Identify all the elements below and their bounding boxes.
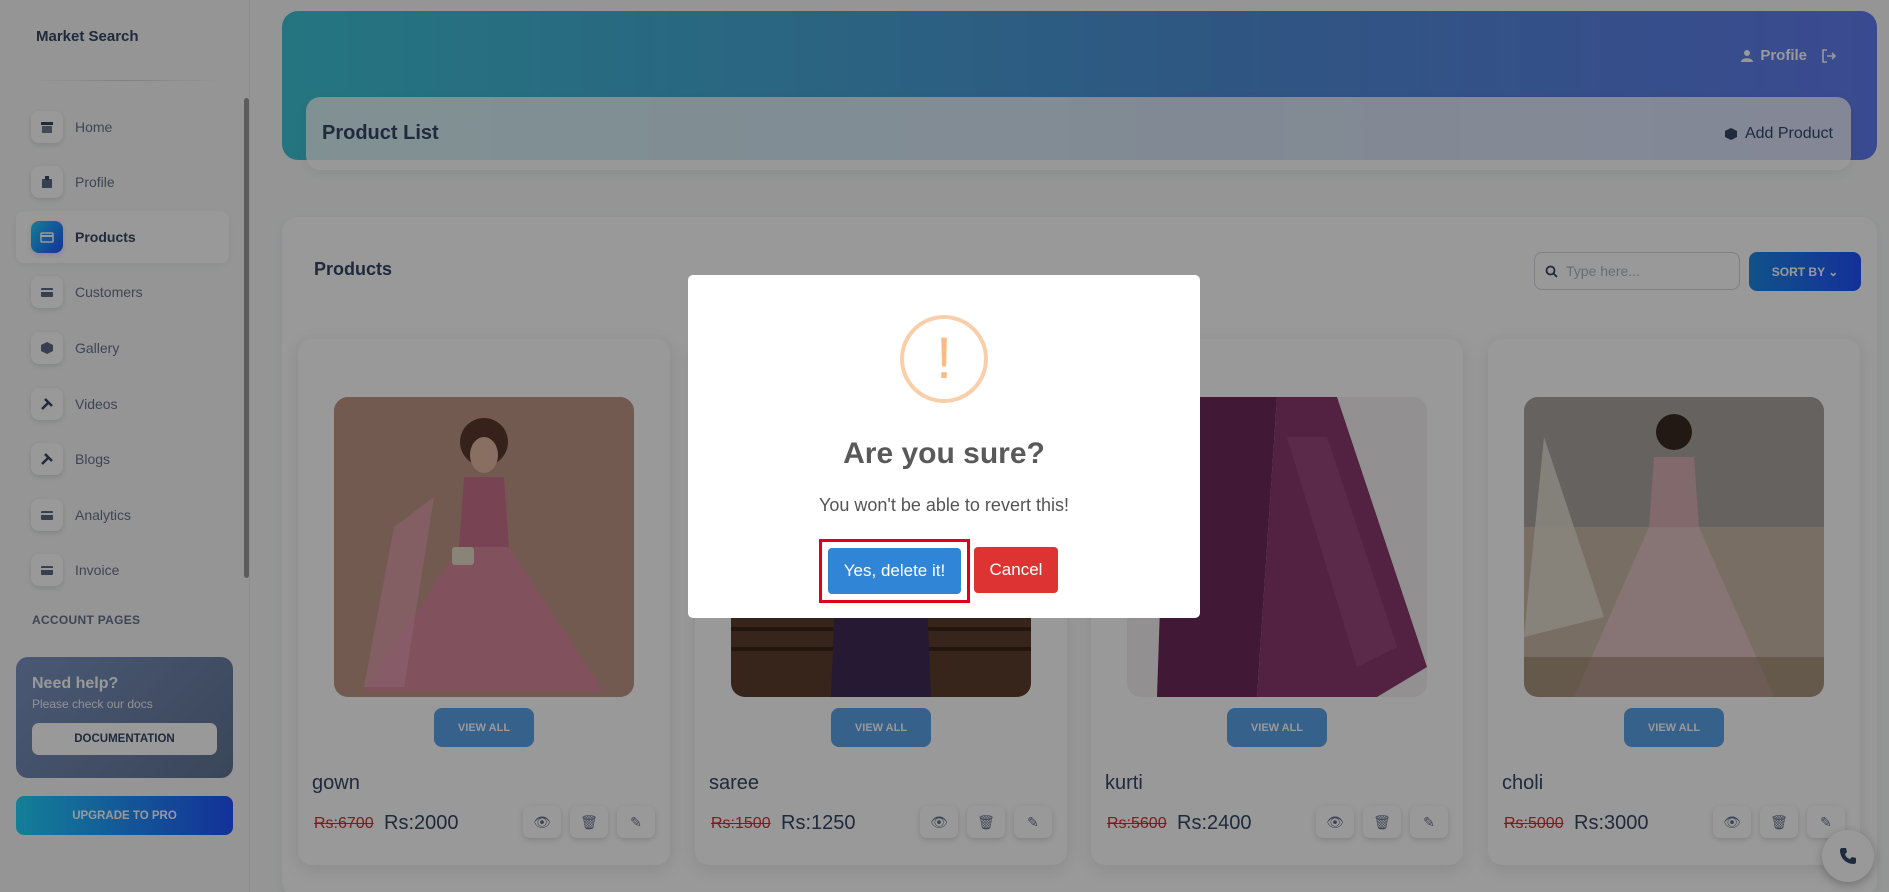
confirm-highlight: Yes, delete it! <box>819 539 970 603</box>
cancel-button[interactable]: Cancel <box>974 547 1058 593</box>
warning-icon: ! <box>900 315 988 403</box>
dialog-title: Are you sure? <box>843 437 1045 470</box>
confirm-dialog: ! Are you sure? You won't be able to rev… <box>688 275 1200 618</box>
confirm-delete-button[interactable]: Yes, delete it! <box>828 548 961 594</box>
dialog-text: You won't be able to revert this! <box>819 495 1069 515</box>
